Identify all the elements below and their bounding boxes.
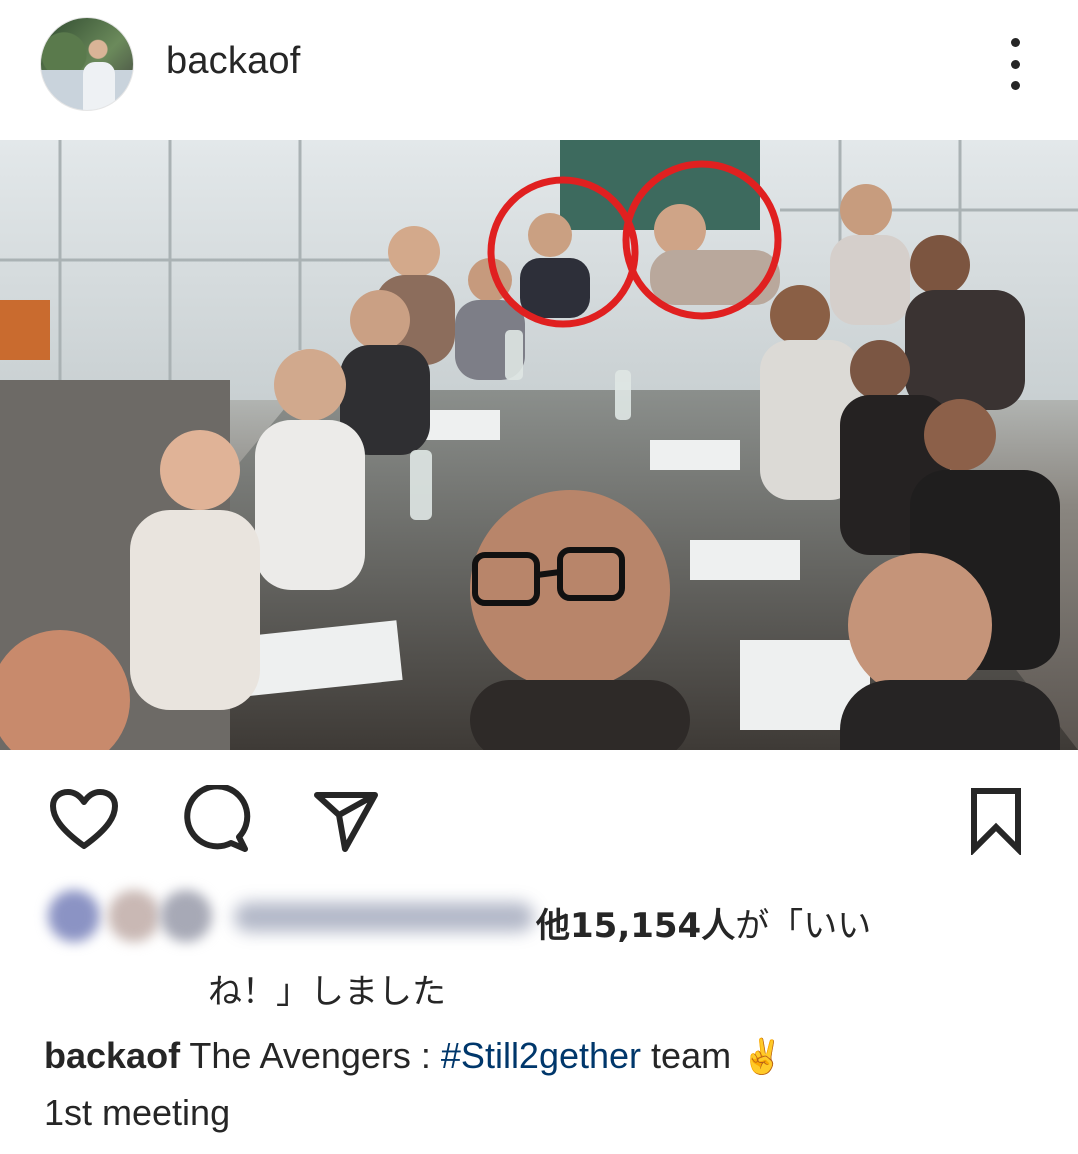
- caption-text-after: team: [641, 1035, 742, 1076]
- post-username[interactable]: backaof: [166, 40, 301, 83]
- likes-suffix: が「いい: [735, 906, 872, 946]
- caption-hashtag[interactable]: #Still2gether: [441, 1035, 641, 1076]
- post-actions: [0, 780, 1078, 860]
- likes-summary[interactable]: 他15,154人が「いい ね！」しました: [44, 888, 1034, 1018]
- likes-prefix: 他: [536, 906, 570, 946]
- likes-count: 15,154人: [570, 906, 736, 946]
- liker-avatars-blurred: [48, 888, 228, 944]
- victory-hand-emoji: ✌: [741, 1038, 784, 1076]
- post-header: backaof: [0, 0, 1078, 130]
- caption-username[interactable]: backaof: [44, 1035, 180, 1076]
- liker-avatar: [108, 890, 160, 942]
- send-icon[interactable]: [306, 780, 386, 860]
- post-caption: backaof The Avengers : #Still2gether tea…: [44, 1028, 1024, 1141]
- more-dot: [1010, 59, 1020, 69]
- likes-count-line2: ね！」しました: [208, 972, 446, 1012]
- liker-avatar: [160, 890, 212, 942]
- likes-count-line1: 他15,154人が「いい: [536, 898, 871, 947]
- more-dot: [1010, 38, 1020, 47]
- caption-text: The Avengers :: [180, 1035, 441, 1076]
- bookmark-icon[interactable]: [956, 780, 1036, 860]
- more-vertical-icon[interactable]: [998, 38, 1032, 90]
- avatar-figure: [83, 62, 115, 110]
- photo-illustration: [0, 140, 1078, 750]
- instagram-post: backaof 他15,154人が「いい ね！」しました backaof The…: [0, 0, 1078, 1154]
- heart-icon[interactable]: [44, 780, 124, 860]
- liker-avatar: [48, 890, 100, 942]
- caption-line2: 1st meeting: [44, 1092, 231, 1133]
- liker-name-blurred: [234, 902, 534, 932]
- comment-icon[interactable]: [178, 780, 258, 860]
- post-photo[interactable]: [0, 140, 1078, 750]
- more-dot: [1010, 81, 1020, 90]
- avatar[interactable]: [40, 17, 134, 111]
